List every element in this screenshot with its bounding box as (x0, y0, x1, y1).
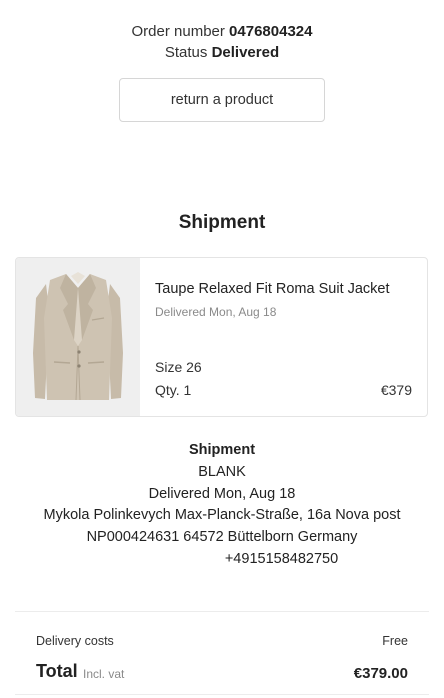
order-number-label: Order number (131, 23, 225, 40)
order-status: Delivered (211, 44, 280, 61)
product-price: €379 (380, 382, 412, 398)
order-status-label: Status (164, 44, 208, 61)
order-number: 0476804324 (229, 23, 313, 40)
shipping-phone: +4915158482750 (224, 550, 339, 567)
product-size: Size 26 (155, 359, 202, 375)
product-delivered-date: Delivered Mon, Aug 18 (155, 305, 277, 319)
shipment-delivered-date: Delivered Mon, Aug 18 (148, 485, 296, 502)
delivery-costs-value: Free (382, 634, 408, 648)
shipment-carrier: BLANK (198, 463, 246, 480)
total-value: €379.00 (353, 665, 408, 682)
total-vat-note: Incl. vat (83, 667, 125, 681)
jacket-illustration (33, 272, 123, 401)
delivery-costs-label: Delivery costs (36, 634, 114, 648)
order-number-line: Order number 0476804324 (0, 23, 444, 40)
shipment-details-heading: Shipment (188, 442, 256, 458)
total-label: Total (36, 661, 78, 681)
product-image (16, 258, 140, 416)
shipment-title: Shipment (178, 212, 266, 233)
product-quantity: Qty. 1 (155, 382, 192, 398)
order-status-line: Status Delivered (0, 44, 444, 61)
shipping-address-line-2: NP000424631 64572 Büttelborn Germany (86, 529, 358, 546)
product-name[interactable]: Taupe Relaxed Fit Roma Suit Jacket (155, 281, 390, 297)
shipment-details: Shipment BLANK Delivered Mon, Aug 18 Myk… (0, 440, 444, 571)
summary-divider (15, 611, 429, 612)
return-product-button[interactable]: return a product (119, 78, 325, 122)
bottom-divider (15, 694, 429, 695)
shipping-address-line-1: Mykola Polinkevych Max-Planck-Straße, 16… (43, 507, 401, 524)
shipment-item-card[interactable]: Taupe Relaxed Fit Roma Suit Jacket Deliv… (15, 257, 428, 417)
